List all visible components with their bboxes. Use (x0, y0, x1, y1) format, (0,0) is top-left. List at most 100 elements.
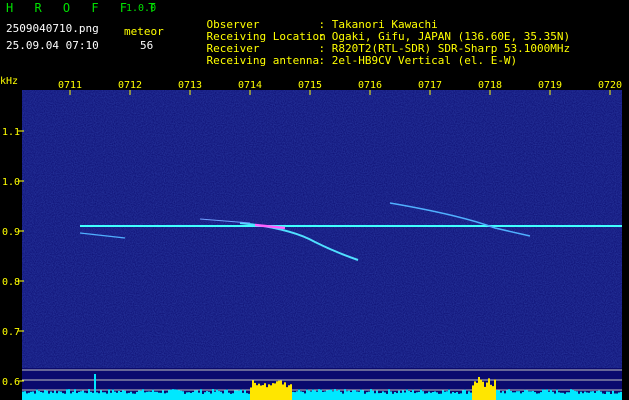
histogram-bar (438, 393, 440, 400)
histogram-bar (448, 389, 450, 400)
histogram-bar (464, 389, 466, 400)
histogram-bar (322, 391, 324, 400)
histogram-bar (478, 376, 480, 400)
histogram-bar (60, 391, 62, 400)
histogram-bar (542, 389, 544, 400)
histogram-bar (576, 391, 578, 400)
histogram-bar (282, 384, 284, 400)
histogram-bar (594, 392, 596, 400)
histogram-bar (320, 389, 322, 400)
histogram-bar (416, 392, 418, 400)
meteor-count: 56 (140, 39, 154, 52)
histogram-bar (418, 391, 420, 400)
histogram-bar (610, 393, 612, 400)
histogram-bar (268, 384, 270, 400)
histogram-bar (142, 389, 144, 400)
histogram-bar (508, 389, 510, 400)
histogram-bar (476, 382, 478, 400)
histogram-bar (462, 390, 464, 400)
histogram-bar (178, 390, 180, 400)
histogram-bar (614, 393, 616, 400)
histogram-bar (276, 381, 278, 400)
histogram-bar (102, 392, 104, 400)
histogram-bar (340, 391, 342, 400)
histogram-bar (230, 393, 232, 400)
histogram-bar (556, 389, 558, 400)
histogram-bar (546, 389, 548, 400)
histogram-bar (446, 391, 448, 400)
time-tick-label: 0719 (538, 80, 562, 91)
histogram-bar (90, 391, 92, 400)
histogram-bar (220, 391, 222, 400)
info-label: Receiving antenna (206, 54, 320, 67)
histogram-bar (570, 389, 572, 400)
histogram-bar (66, 389, 68, 400)
histogram-bar (158, 392, 160, 400)
histogram-bar (426, 393, 428, 400)
histogram-bar (336, 390, 338, 400)
histogram-bar (450, 393, 452, 400)
histogram-bar (240, 389, 242, 400)
histogram-bar (402, 390, 404, 400)
histogram-bar (574, 390, 576, 400)
histogram-bar (618, 392, 620, 400)
histogram-bar (144, 392, 146, 400)
histogram-bar (492, 386, 494, 400)
histogram-bar (326, 390, 328, 400)
histogram-bar (234, 390, 236, 400)
time-tick-label: 0720 (598, 80, 622, 91)
histogram-bar (578, 393, 580, 400)
histogram-bar (612, 390, 614, 400)
histogram-bar (408, 391, 410, 400)
histogram-bar (290, 384, 292, 400)
histogram-bar (86, 393, 88, 400)
histogram-bar (484, 386, 486, 400)
histogram-bar (454, 392, 456, 400)
histogram-bar (310, 391, 312, 400)
histogram-bar (22, 391, 24, 400)
histogram-bar (112, 389, 114, 400)
histogram-bar (544, 390, 546, 400)
histogram-bar (228, 392, 230, 400)
histogram-bar (254, 382, 256, 400)
histogram-bar (424, 393, 426, 400)
histogram-bar (196, 390, 198, 400)
histogram-bar (480, 379, 482, 400)
histogram-bar (104, 392, 106, 400)
histogram-bar (288, 385, 290, 400)
histogram-bar (162, 390, 164, 400)
histogram-bar (200, 389, 202, 400)
histogram-bar (134, 393, 136, 400)
histogram-bar (106, 393, 108, 400)
histogram-bar (392, 393, 394, 400)
histogram-bar (378, 393, 380, 400)
histogram-bar (298, 389, 300, 400)
histogram-bar (560, 392, 562, 400)
histogram-bar (256, 385, 258, 400)
histogram-bar (538, 393, 540, 400)
histogram-bar (394, 392, 396, 400)
histogram-bar (324, 391, 326, 400)
histogram-bar (286, 387, 288, 400)
histogram-bar (156, 391, 158, 400)
histogram-bar (468, 391, 470, 400)
histogram-bar (136, 391, 138, 400)
histogram-bar (604, 393, 606, 400)
histogram-bar (118, 390, 120, 400)
histogram-bar (190, 392, 192, 400)
histogram-bar (56, 393, 58, 400)
freq-tick-label: 1.1 (2, 127, 20, 138)
histogram-bar (466, 393, 468, 400)
histogram-bar (250, 387, 252, 400)
histogram-bar (550, 389, 552, 400)
histogram-bar (470, 392, 472, 400)
histogram-bar (328, 390, 330, 400)
histogram-bar (150, 391, 152, 400)
histogram-bar (184, 393, 186, 400)
histogram-bar (616, 393, 618, 400)
histogram-bar (374, 393, 376, 400)
histogram-bar (318, 389, 320, 400)
histogram-bar (170, 389, 172, 400)
histogram-bar (100, 390, 102, 400)
histogram-bar (588, 392, 590, 400)
